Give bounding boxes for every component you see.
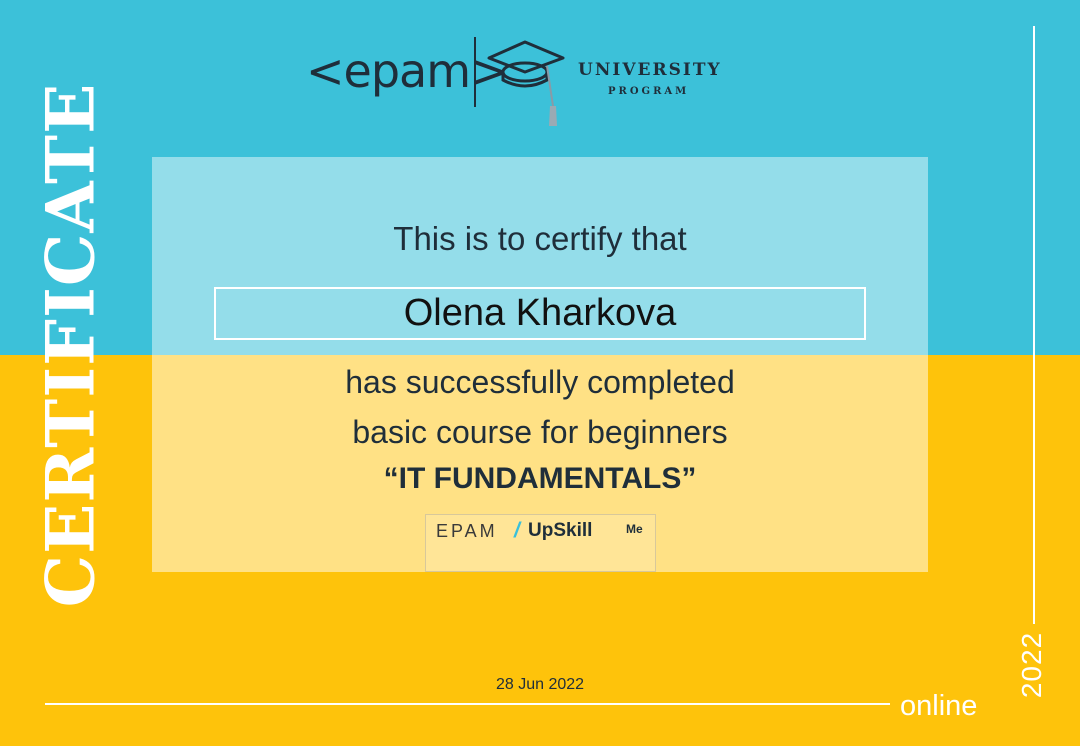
graduation-cap-icon [487,40,565,126]
recipient-name: Olena Kharkova [403,292,677,334]
bottom-decorative-line [45,703,890,705]
program-subtitle: PROGRAM [608,86,690,97]
right-decorative-line [1033,26,1035,624]
side-title: CERTIFICATE [20,75,120,615]
recipient-name-box: Olena Kharkova [214,287,866,340]
epam-logo: <epam> [306,44,509,98]
upskill-badge: EPAM / UpSkill Me [425,514,656,572]
side-title-text: CERTIFICATE [31,82,110,608]
course-description: basic course for beginners [352,414,728,450]
badge-upskill-text: UpSkill [528,520,593,541]
year-text: 2022 [1016,631,1048,699]
mode-label: online [900,690,978,722]
year-label: 2022 [1004,620,1060,710]
certify-text: This is to certify that [393,220,687,257]
university-title: UNIVERSITY [578,60,722,80]
badge-epam-text: EPAM [436,521,498,541]
badge-slash: / [514,519,520,542]
badge-me-text: Me [626,522,643,536]
logo-divider [474,37,476,107]
completion-text: has successfully completed [345,364,735,400]
course-title: “IT FUNDAMENTALS” [383,462,697,495]
issue-date: 28 Jun 2022 [495,676,585,693]
